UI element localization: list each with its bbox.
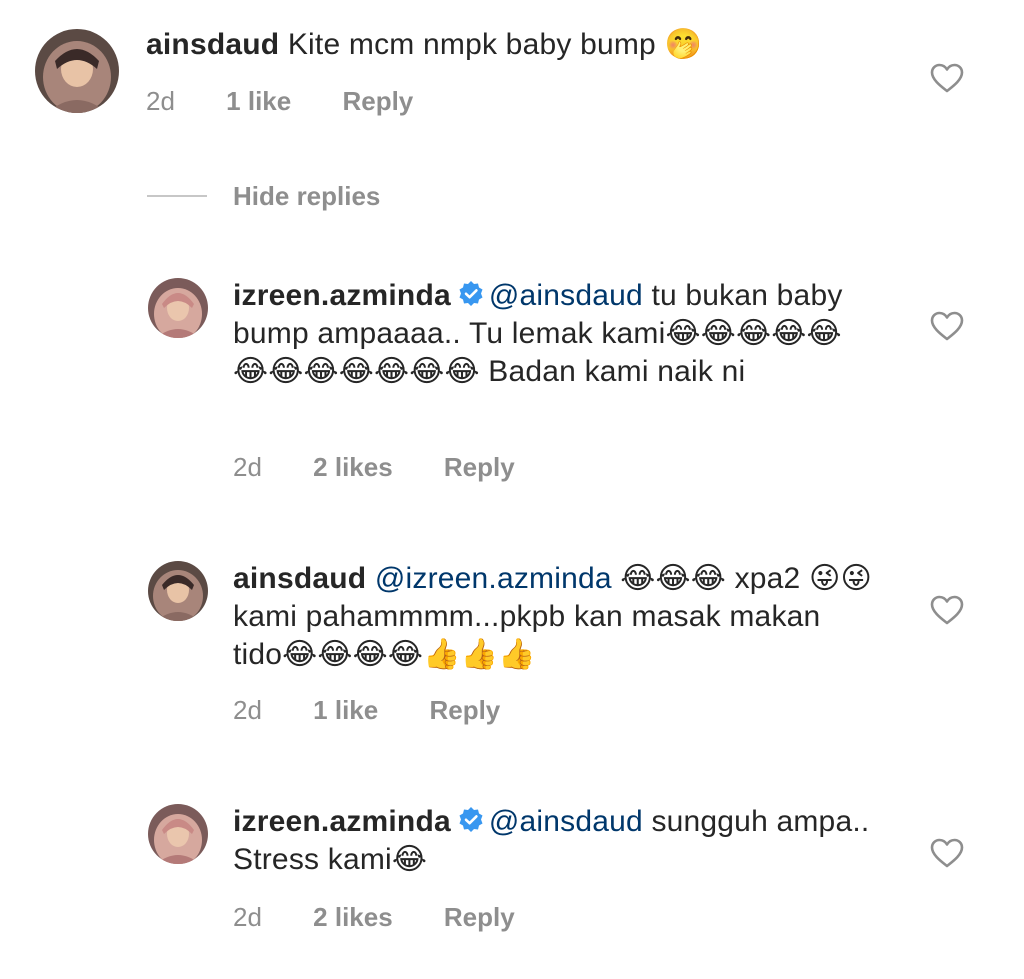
comment-time: 2d (146, 86, 175, 116)
likes-count[interactable]: 1 like (313, 695, 378, 726)
likes-count[interactable]: 2 likes (313, 902, 393, 933)
likes-count[interactable]: 1 like (226, 86, 291, 117)
comment-text: ainsdaud Kite mcm nmpk baby bump 🤭 (146, 26, 926, 64)
likes-count[interactable]: 2 likes (313, 452, 393, 483)
avatar-image (148, 278, 208, 338)
comment-time: 2d (233, 452, 262, 482)
avatar[interactable] (148, 561, 208, 621)
comment-time: 2d (233, 902, 262, 932)
comment-time: 2d (233, 695, 262, 725)
comment-text: izreen.azminda @ainsdaud tu bukan baby bu… (233, 277, 873, 391)
comment-meta: 2d 2 likes Reply (233, 902, 515, 933)
reply-button[interactable]: Reply (444, 902, 515, 933)
avatar[interactable] (148, 804, 208, 864)
mention-link[interactable]: @ainsdaud (489, 279, 643, 312)
avatar-image (148, 561, 208, 621)
heart-outline-icon[interactable] (930, 63, 964, 93)
comment-meta: 2d 2 likes Reply (233, 452, 515, 483)
comment-text: izreen.azminda @ainsdaud sungguh ampa.. S… (233, 803, 873, 879)
comment-text: ainsdaud @izreen.azminda 😂😂😂 xpa2 😜😜kami… (233, 560, 873, 674)
heart-outline-icon[interactable] (930, 311, 964, 341)
username[interactable]: izreen.azminda (233, 279, 451, 312)
mention-link[interactable]: @izreen.azminda (375, 562, 612, 595)
reply-button[interactable]: Reply (429, 695, 500, 726)
avatar[interactable] (35, 29, 119, 113)
heart-outline-icon[interactable] (930, 838, 964, 868)
comment-meta: 2d 1 like Reply (233, 695, 500, 726)
verified-badge-icon (459, 281, 483, 306)
username[interactable]: ainsdaud (233, 562, 366, 595)
heart-outline-icon[interactable] (930, 595, 964, 625)
avatar[interactable] (148, 278, 208, 338)
username[interactable]: ainsdaud (146, 28, 279, 61)
mention-link[interactable]: @ainsdaud (489, 805, 643, 838)
divider (147, 195, 207, 197)
reply-button[interactable]: Reply (444, 452, 515, 483)
comment-message: Kite mcm nmpk baby bump (287, 28, 656, 61)
reply-button[interactable]: Reply (342, 86, 413, 117)
emoji: 🤭 (664, 27, 703, 62)
verified-badge-icon (459, 807, 483, 832)
avatar-image (148, 804, 208, 864)
hide-replies-button[interactable]: Hide replies (147, 178, 380, 214)
username[interactable]: izreen.azminda (233, 805, 451, 838)
comment-meta: 2d 1 like Reply (146, 86, 413, 117)
hide-replies-label: Hide replies (233, 180, 381, 211)
avatar-image (35, 29, 119, 113)
